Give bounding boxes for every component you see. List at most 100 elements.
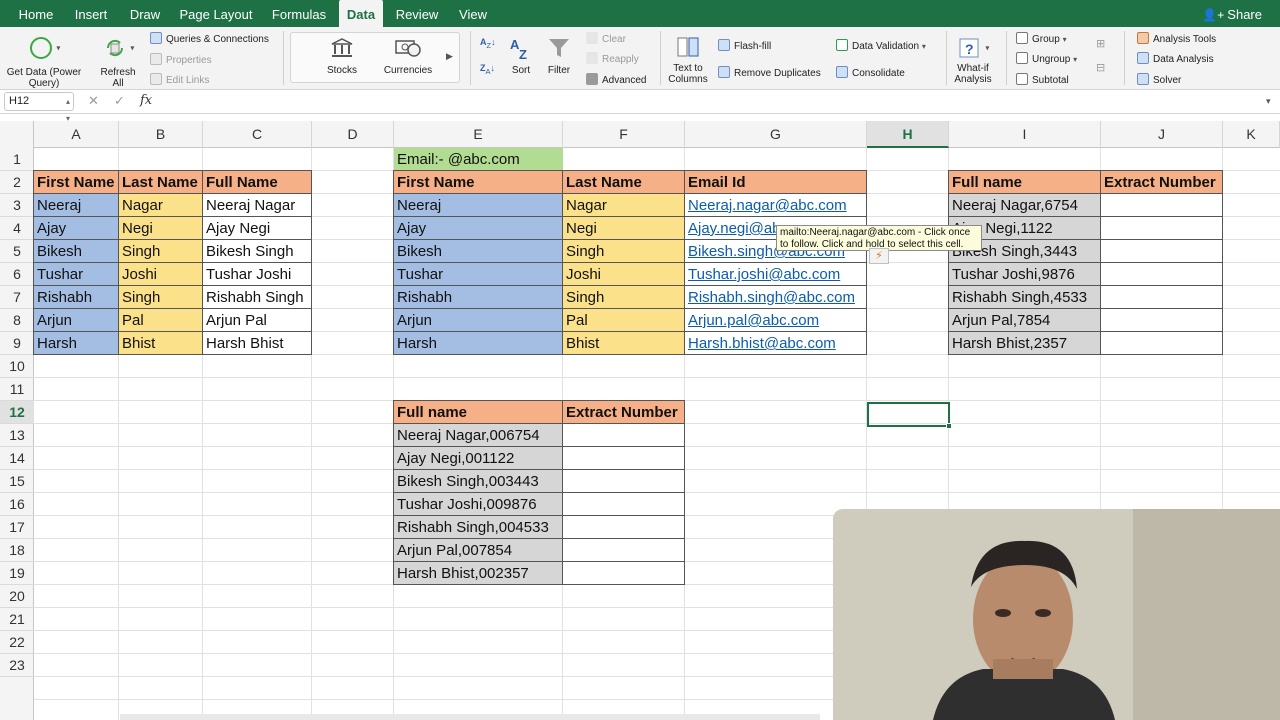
table2-first-name-cell[interactable]: Rishabh	[393, 285, 563, 309]
table3-header-cell[interactable]: Full name	[948, 170, 1101, 194]
table3-extract-number-cell[interactable]	[1100, 262, 1223, 286]
table2-header-cell[interactable]: First Name	[393, 170, 563, 194]
consolidate-button[interactable]: Consolidate	[836, 66, 905, 79]
ungroup-button[interactable]: Ungroup ▾	[1016, 52, 1077, 65]
column-header-b[interactable]: B	[119, 121, 203, 148]
fill-handle[interactable]	[946, 423, 952, 429]
cancel-icon[interactable]: ✕	[88, 93, 99, 109]
table2-first-name-cell[interactable]: Arjun	[393, 308, 563, 332]
email-hyperlink-cell[interactable]: Neeraj.nagar@abc.com	[684, 193, 867, 217]
row-header-12[interactable]: 12	[0, 401, 34, 424]
tab-formulas[interactable]: Formulas	[266, 0, 332, 27]
column-header-h[interactable]: H	[867, 121, 949, 148]
column-header-i[interactable]: I	[949, 121, 1101, 148]
get-data-button[interactable]: ▾	[2, 35, 86, 61]
clear-filter-button[interactable]: Clear	[586, 32, 626, 45]
table1-full-name-cell[interactable]: Arjun Pal	[202, 308, 312, 332]
function-icon[interactable]: fx	[140, 93, 152, 108]
remove-duplicates-button[interactable]: Remove Duplicates	[718, 66, 821, 79]
table4-extract-number-cell[interactable]	[562, 515, 685, 539]
currencies-button[interactable]: Currencies	[380, 37, 436, 76]
email-hyperlink-cell[interactable]: Rishabh.singh@abc.com	[684, 285, 867, 309]
queries-connections-button[interactable]: Queries & Connections	[150, 32, 269, 45]
email-hyperlink-cell[interactable]: Arjun.pal@abc.com	[684, 308, 867, 332]
table1-first-name-cell[interactable]: Bikesh	[33, 239, 119, 263]
table1-header-cell[interactable]: Last Name	[118, 170, 203, 194]
filter-button[interactable]: Filter	[542, 35, 576, 76]
data-analysis-button[interactable]: Data Analysis	[1137, 52, 1214, 65]
tab-review[interactable]: Review	[390, 0, 444, 27]
table2-last-name-cell[interactable]: Bhist	[562, 331, 685, 355]
row-header-16[interactable]: 16	[0, 493, 34, 516]
table4-full-name-cell[interactable]: Tushar Joshi,009876	[393, 492, 563, 516]
table4-extract-number-cell[interactable]	[562, 492, 685, 516]
flash-fill-options-icon[interactable]: ⚡	[869, 248, 889, 264]
table4-extract-number-cell[interactable]	[562, 446, 685, 470]
table4-extract-number-cell[interactable]	[562, 538, 685, 562]
email-hyperlink-cell[interactable]: Harsh.bhist@abc.com	[684, 331, 867, 355]
sort-button[interactable]: AZ Sort	[506, 35, 536, 76]
refresh-all-button[interactable]: ▾	[94, 35, 142, 61]
table1-first-name-cell[interactable]: Rishabh	[33, 285, 119, 309]
data-validation-button[interactable]: Data Validation ▾	[836, 39, 926, 52]
table1-full-name-cell[interactable]: Harsh Bhist	[202, 331, 312, 355]
active-cell-h12[interactable]	[867, 402, 952, 429]
row-header-15[interactable]: 15	[0, 470, 34, 493]
group-button[interactable]: Group ▾	[1016, 32, 1067, 45]
table1-last-name-cell[interactable]: Joshi	[118, 262, 203, 286]
expand-formula-icon[interactable]: ▾	[1266, 96, 1271, 107]
table1-last-name-cell[interactable]: Bhist	[118, 331, 203, 355]
table3-extract-number-cell[interactable]	[1100, 239, 1223, 263]
enter-icon[interactable]: ✓	[114, 93, 125, 109]
gallery-more-icon[interactable]: ▶	[446, 51, 453, 62]
show-detail-icon[interactable]: ⊞	[1096, 39, 1105, 50]
row-header-14[interactable]: 14	[0, 447, 34, 470]
column-header-e[interactable]: E	[394, 121, 563, 148]
row-header-6[interactable]: 6	[0, 263, 34, 286]
row-header-23[interactable]: 23	[0, 654, 34, 677]
table3-header-cell[interactable]: Extract Number	[1100, 170, 1223, 194]
table2-first-name-cell[interactable]: Neeraj	[393, 193, 563, 217]
table3-full-name-cell[interactable]: Arjun Pal,7854	[948, 308, 1101, 332]
table1-header-cell[interactable]: First Name	[33, 170, 119, 194]
table1-header-cell[interactable]: Full Name	[202, 170, 312, 194]
tab-draw[interactable]: Draw	[120, 0, 170, 27]
row-header-4[interactable]: 4	[0, 217, 34, 240]
row-header-11[interactable]: 11	[0, 378, 34, 401]
table2-last-name-cell[interactable]: Joshi	[562, 262, 685, 286]
column-header-d[interactable]: D	[312, 121, 394, 148]
table1-last-name-cell[interactable]: Pal	[118, 308, 203, 332]
table3-full-name-cell[interactable]: Tushar Joshi,9876	[948, 262, 1101, 286]
horizontal-scrollbar[interactable]	[120, 714, 820, 720]
table2-last-name-cell[interactable]: Singh	[562, 285, 685, 309]
row-header-9[interactable]: 9	[0, 332, 34, 355]
table4-header-cell[interactable]: Extract Number	[562, 400, 685, 424]
table1-full-name-cell[interactable]: Tushar Joshi	[202, 262, 312, 286]
tab-insert[interactable]: Insert	[66, 0, 116, 27]
row-header-10[interactable]: 10	[0, 355, 34, 378]
tab-view[interactable]: View	[452, 0, 494, 27]
table2-first-name-cell[interactable]: Bikesh	[393, 239, 563, 263]
column-header-f[interactable]: F	[563, 121, 685, 148]
table1-first-name-cell[interactable]: Harsh	[33, 331, 119, 355]
table2-header-cell[interactable]: Last Name	[562, 170, 685, 194]
table1-first-name-cell[interactable]: Tushar	[33, 262, 119, 286]
table4-full-name-cell[interactable]: Harsh Bhist,002357	[393, 561, 563, 585]
table2-last-name-cell[interactable]: Pal	[562, 308, 685, 332]
flash-fill-button[interactable]: Flash-fill	[718, 39, 771, 52]
table3-full-name-cell[interactable]: Rishabh Singh,4533	[948, 285, 1101, 309]
formula-input[interactable]	[160, 93, 1260, 111]
select-all-corner[interactable]	[0, 121, 34, 148]
tab-page-layout[interactable]: Page Layout	[174, 0, 258, 27]
solver-button[interactable]: Solver	[1137, 73, 1181, 86]
table1-last-name-cell[interactable]: Nagar	[118, 193, 203, 217]
sort-ascending-button[interactable]: AZ↓	[480, 37, 496, 51]
row-header-1[interactable]: 1	[0, 148, 34, 171]
row-header-7[interactable]: 7	[0, 286, 34, 309]
edit-links-button[interactable]: Edit Links	[150, 73, 209, 86]
table2-first-name-cell[interactable]: Tushar	[393, 262, 563, 286]
row-header-17[interactable]: 17	[0, 516, 34, 539]
tab-data[interactable]: Data	[339, 0, 383, 27]
stocks-button[interactable]: Stocks	[318, 37, 366, 76]
hide-detail-icon[interactable]: ⊟	[1096, 63, 1105, 74]
